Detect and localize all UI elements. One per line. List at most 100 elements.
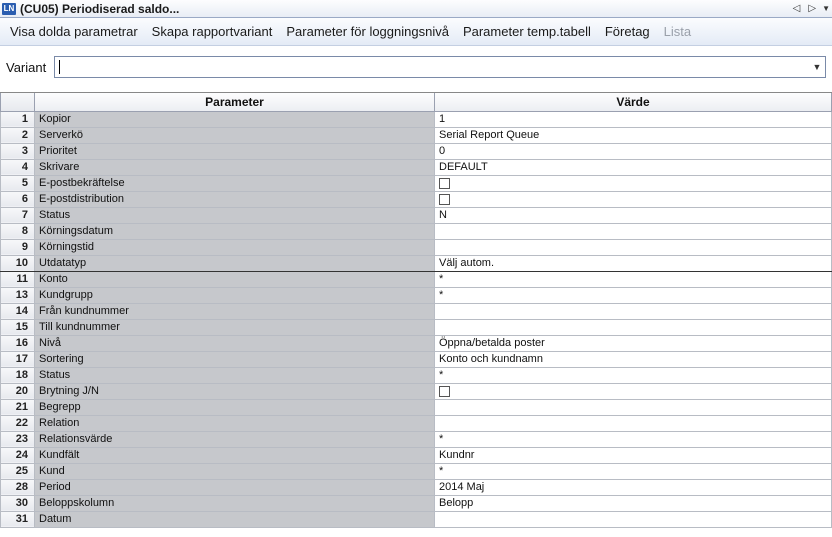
parameter-cell[interactable]: Sortering: [35, 351, 435, 367]
parameter-cell[interactable]: Nivå: [35, 335, 435, 351]
table-row[interactable]: 5E-postbekräftelse: [1, 175, 832, 191]
row-number[interactable]: 3: [1, 143, 35, 159]
row-number[interactable]: 24: [1, 447, 35, 463]
table-row[interactable]: 1Kopior1: [1, 111, 832, 127]
row-number[interactable]: 6: [1, 191, 35, 207]
table-row[interactable]: 6E-postdistribution: [1, 191, 832, 207]
parameter-cell[interactable]: Kopior: [35, 111, 435, 127]
parameter-cell[interactable]: Konto: [35, 271, 435, 287]
variant-dropdown-icon[interactable]: ▼: [809, 62, 825, 72]
table-row[interactable]: 31Datum: [1, 511, 832, 527]
row-number[interactable]: 21: [1, 399, 35, 415]
value-cell[interactable]: [435, 415, 832, 431]
value-cell[interactable]: [435, 399, 832, 415]
parameter-cell[interactable]: Utdatatyp: [35, 255, 435, 271]
row-number[interactable]: 5: [1, 175, 35, 191]
row-number[interactable]: 16: [1, 335, 35, 351]
row-number[interactable]: 2: [1, 127, 35, 143]
parameter-cell[interactable]: Till kundnummer: [35, 319, 435, 335]
value-cell[interactable]: [435, 383, 832, 399]
value-cell[interactable]: [435, 239, 832, 255]
value-cell[interactable]: 2014 Maj: [435, 479, 832, 495]
parameter-cell[interactable]: Relation: [35, 415, 435, 431]
value-cell[interactable]: Konto och kundnamn: [435, 351, 832, 367]
row-number[interactable]: 13: [1, 287, 35, 303]
row-number[interactable]: 11: [1, 271, 35, 287]
table-row[interactable]: 30BeloppskolumnBelopp: [1, 495, 832, 511]
parameter-cell[interactable]: Period: [35, 479, 435, 495]
table-row[interactable]: 14Från kundnummer: [1, 303, 832, 319]
parameter-cell[interactable]: Datum: [35, 511, 435, 527]
row-number[interactable]: 22: [1, 415, 35, 431]
menu-create-variant[interactable]: Skapa rapportvariant: [152, 24, 273, 39]
parameter-cell[interactable]: Serverkö: [35, 127, 435, 143]
menu-show-hidden[interactable]: Visa dolda parametrar: [10, 24, 138, 39]
value-cell[interactable]: 1: [435, 111, 832, 127]
value-cell[interactable]: *: [435, 463, 832, 479]
checkbox-icon[interactable]: [439, 194, 450, 205]
value-cell[interactable]: [435, 223, 832, 239]
value-cell[interactable]: *: [435, 367, 832, 383]
table-row[interactable]: 2ServerköSerial Report Queue: [1, 127, 832, 143]
value-cell[interactable]: Serial Report Queue: [435, 127, 832, 143]
value-cell[interactable]: Välj autom.: [435, 255, 832, 271]
value-cell[interactable]: *: [435, 271, 832, 287]
parameter-cell[interactable]: Relationsvärde: [35, 431, 435, 447]
parameter-cell[interactable]: E-postdistribution: [35, 191, 435, 207]
value-cell[interactable]: DEFAULT: [435, 159, 832, 175]
row-number[interactable]: 4: [1, 159, 35, 175]
value-cell[interactable]: [435, 175, 832, 191]
row-number[interactable]: 17: [1, 351, 35, 367]
table-row[interactable]: 21Begrepp: [1, 399, 832, 415]
table-row[interactable]: 18Status*: [1, 367, 832, 383]
parameter-cell[interactable]: Status: [35, 207, 435, 223]
table-row[interactable]: 13Kundgrupp*: [1, 287, 832, 303]
table-row[interactable]: 28Period2014 Maj: [1, 479, 832, 495]
table-row[interactable]: 17SorteringKonto och kundnamn: [1, 351, 832, 367]
row-number[interactable]: 15: [1, 319, 35, 335]
parameter-cell[interactable]: Beloppskolumn: [35, 495, 435, 511]
row-number[interactable]: 1: [1, 111, 35, 127]
table-row[interactable]: 8Körningsdatum: [1, 223, 832, 239]
variant-input[interactable]: [55, 57, 809, 77]
value-cell[interactable]: Öppna/betalda poster: [435, 335, 832, 351]
checkbox-icon[interactable]: [439, 386, 450, 397]
table-row[interactable]: 22Relation: [1, 415, 832, 431]
row-number[interactable]: 25: [1, 463, 35, 479]
value-cell[interactable]: [435, 303, 832, 319]
row-number[interactable]: 28: [1, 479, 35, 495]
menu-temp-table[interactable]: Parameter temp.tabell: [463, 24, 591, 39]
value-cell[interactable]: N: [435, 207, 832, 223]
row-number[interactable]: 7: [1, 207, 35, 223]
parameter-cell[interactable]: Kundfält: [35, 447, 435, 463]
table-row[interactable]: 20Brytning J/N: [1, 383, 832, 399]
parameter-cell[interactable]: Prioritet: [35, 143, 435, 159]
parameter-cell[interactable]: Körningsdatum: [35, 223, 435, 239]
table-row[interactable]: 11Konto*: [1, 271, 832, 287]
table-row[interactable]: 9Körningstid: [1, 239, 832, 255]
parameter-cell[interactable]: Från kundnummer: [35, 303, 435, 319]
nav-prev-icon[interactable]: ◁: [791, 3, 803, 14]
value-cell[interactable]: [435, 191, 832, 207]
menu-company[interactable]: Företag: [605, 24, 650, 39]
table-row[interactable]: 24KundfältKundnr: [1, 447, 832, 463]
nav-next-icon[interactable]: ▷: [806, 3, 818, 14]
value-cell[interactable]: Kundnr: [435, 447, 832, 463]
row-number[interactable]: 9: [1, 239, 35, 255]
parameter-cell[interactable]: Status: [35, 367, 435, 383]
value-cell[interactable]: [435, 319, 832, 335]
row-number[interactable]: 18: [1, 367, 35, 383]
row-number[interactable]: 10: [1, 255, 35, 271]
table-row[interactable]: 7StatusN: [1, 207, 832, 223]
grid-header-value[interactable]: Värde: [435, 93, 832, 111]
value-cell[interactable]: 0: [435, 143, 832, 159]
row-number[interactable]: 14: [1, 303, 35, 319]
parameter-cell[interactable]: Körningstid: [35, 239, 435, 255]
grid-header-parameter[interactable]: Parameter: [35, 93, 435, 111]
table-row[interactable]: 10UtdatatypVälj autom.: [1, 255, 832, 271]
table-row[interactable]: 25Kund*: [1, 463, 832, 479]
value-cell[interactable]: *: [435, 431, 832, 447]
menu-log-level[interactable]: Parameter för loggningsnivå: [286, 24, 449, 39]
table-row[interactable]: 4SkrivareDEFAULT: [1, 159, 832, 175]
parameter-cell[interactable]: Begrepp: [35, 399, 435, 415]
